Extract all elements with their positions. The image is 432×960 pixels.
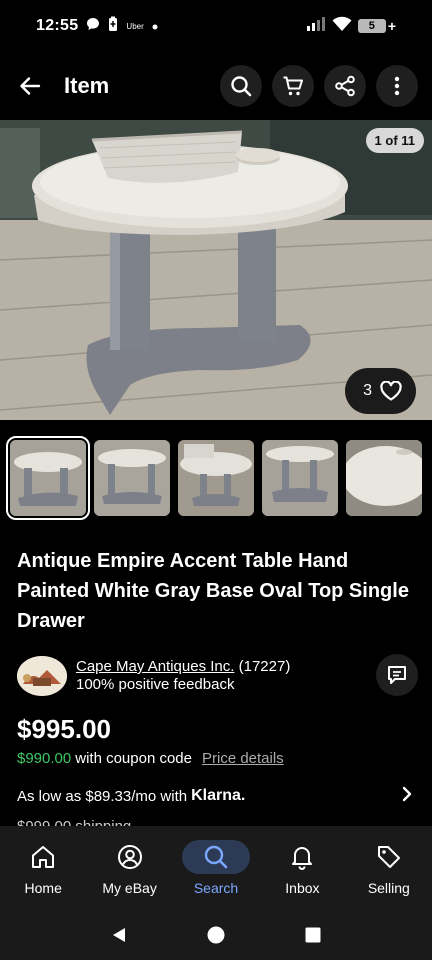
message-seller-button[interactable] <box>376 654 418 696</box>
installment-text: As low as $89.33/mo with <box>17 787 188 805</box>
nav-home-label: Home <box>24 880 62 896</box>
chat-bubble-icon <box>86 17 100 36</box>
coupon-text: with coupon code <box>75 750 192 767</box>
signal-icon <box>306 16 326 36</box>
wifi-icon <box>332 16 352 37</box>
system-home-button[interactable] <box>201 920 231 950</box>
battery-saver-icon <box>108 16 118 37</box>
item-title: Antique Empire Accent Table Hand Painted… <box>17 550 409 632</box>
search-icon <box>204 845 228 869</box>
thumbnail-1[interactable] <box>6 436 90 520</box>
dot-icon <box>152 17 158 35</box>
message-icon <box>388 666 406 684</box>
image-counter-badge: 1 of 11 <box>365 128 424 153</box>
kebab-menu-icon <box>394 76 400 96</box>
page-title: Item <box>64 73 110 98</box>
main-item-image[interactable]: 1 of 11 3 <box>0 120 432 420</box>
item-price: $995.00 <box>17 714 111 744</box>
coupon-price: $990.00 <box>17 750 72 767</box>
nav-inbox[interactable]: Inbox <box>259 826 345 910</box>
thumbnail-strip <box>6 436 422 520</box>
bottom-navigation: Home My eBay Search Inbox Selling <box>0 826 432 910</box>
klarna-logo: Klarna. <box>191 787 246 804</box>
system-navigation-bar <box>0 910 432 960</box>
home-icon <box>32 846 55 868</box>
cart-button[interactable] <box>272 65 314 107</box>
share-icon <box>335 75 355 97</box>
seller-row: Cape May Antiques Inc. (17227) 100% posi… <box>17 654 418 698</box>
nav-my-ebay-label: My eBay <box>102 880 157 896</box>
klarna-financing-row[interactable]: As low as $89.33/mo with Klarna. <box>17 786 417 806</box>
nav-selling[interactable]: Selling <box>346 826 432 910</box>
battery-charging-plus: + <box>387 18 396 34</box>
nav-selling-label: Selling <box>367 880 410 896</box>
price-details-link[interactable]: Price details <box>202 750 284 767</box>
seller-score: (17227) <box>238 658 291 675</box>
thumbnail-4[interactable] <box>262 440 338 516</box>
coupon-line: $990.00 with coupon code Price details <box>17 750 284 767</box>
system-back-button[interactable] <box>104 920 134 950</box>
status-time: 12:55 <box>36 17 79 34</box>
thumbnail-3[interactable] <box>178 440 254 516</box>
thumbnail-5[interactable] <box>346 440 422 516</box>
watch-button[interactable]: 3 <box>345 368 416 414</box>
heart-icon <box>380 381 402 401</box>
back-button[interactable] <box>18 74 42 98</box>
triangle-back-icon <box>112 928 125 942</box>
battery-indicator: 5 <box>357 19 386 33</box>
nav-search-label: Search <box>193 880 239 896</box>
status-app-label: Uber <box>126 21 144 31</box>
seller-avatar[interactable] <box>17 656 67 696</box>
status-bar: 12:55 Uber 5 + <box>0 0 432 52</box>
nav-home[interactable]: Home <box>0 826 86 910</box>
search-icon <box>231 76 252 97</box>
chevron-right-icon <box>401 786 413 806</box>
app-header: Item <box>0 56 432 116</box>
share-button[interactable] <box>324 65 366 107</box>
tag-icon <box>377 846 400 868</box>
nav-search[interactable]: Search <box>173 826 259 910</box>
watch-count: 3 <box>363 382 372 399</box>
square-recents-icon <box>305 927 321 943</box>
cart-icon <box>283 76 303 96</box>
system-recents-button[interactable] <box>298 920 328 950</box>
circle-home-icon <box>207 926 225 944</box>
user-icon <box>117 845 142 869</box>
back-arrow-icon <box>20 77 41 95</box>
more-options-button[interactable] <box>376 65 418 107</box>
shipping-text-partial: $999.00 shipping <box>17 818 131 826</box>
nav-inbox-label: Inbox <box>285 880 320 896</box>
search-button[interactable] <box>220 65 262 107</box>
seller-name-link[interactable]: Cape May Antiques Inc. <box>76 658 234 675</box>
nav-my-ebay[interactable]: My eBay <box>86 826 172 910</box>
bell-icon <box>292 847 313 870</box>
seller-feedback: 100% positive feedback <box>76 676 235 693</box>
thumbnail-2[interactable] <box>94 440 170 516</box>
